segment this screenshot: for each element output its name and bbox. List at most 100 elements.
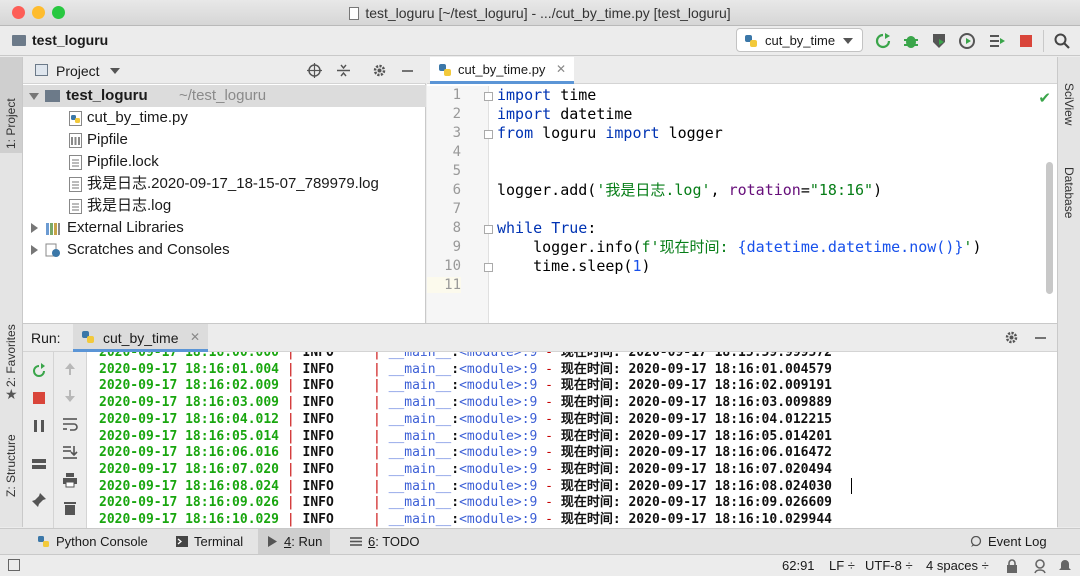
line-separator-select[interactable]: LF ÷ xyxy=(829,558,855,573)
run-configuration-select[interactable]: cut_by_time xyxy=(736,28,863,52)
code-line-9: logger.info(f'现在时间: {datetime.datetime.n… xyxy=(497,238,982,256)
arrow-up-icon[interactable] xyxy=(62,361,78,377)
status-bar: 62:91 LF ÷ UTF-8 ÷ 4 spaces ÷ xyxy=(0,554,1080,576)
project-panel: Project test_loguru ~/test_loguru cut_by… xyxy=(23,57,426,323)
pipfile-icon xyxy=(69,133,82,148)
code-line-3: from loguru import logger xyxy=(497,124,723,142)
collapse-all-icon[interactable] xyxy=(336,63,351,78)
database-tool-tab[interactable]: Database xyxy=(1062,167,1076,218)
tree-item-root-folder[interactable]: test_loguru ~/test_loguru xyxy=(23,85,426,107)
breadcrumb-project[interactable]: test_loguru xyxy=(32,32,108,48)
indent-select[interactable]: 4 spaces ÷ xyxy=(926,558,989,573)
rerun-icon[interactable] xyxy=(31,363,47,379)
coverage-icon[interactable] xyxy=(930,32,948,50)
encoding-select[interactable]: UTF-8 ÷ xyxy=(865,558,913,573)
inspector-icon[interactable] xyxy=(1032,558,1048,574)
fold-marker-icon[interactable] xyxy=(484,225,493,234)
code-line-1: import time xyxy=(497,86,597,104)
tree-item-pipfile[interactable]: Pipfile xyxy=(23,129,426,151)
stop-icon[interactable] xyxy=(1017,32,1035,50)
play-icon xyxy=(268,536,277,547)
console-log-line: 2020-09-17 18:16:10.029 | INFO | __main_… xyxy=(99,512,832,527)
soft-wrap-icon[interactable] xyxy=(62,416,78,432)
sciview-tool-tab[interactable]: SciView xyxy=(1062,83,1076,125)
console-log-line: 2020-09-17 18:16:09.026 | INFO | __main_… xyxy=(99,495,832,511)
run-panel-header: Run: cut_by_time ✕ xyxy=(23,324,1057,352)
run-tool-column-primary xyxy=(23,352,54,529)
locate-icon[interactable] xyxy=(307,63,322,78)
close-tab-icon[interactable]: ✕ xyxy=(190,330,200,344)
arrow-down-icon[interactable] xyxy=(62,388,78,404)
event-log-tab[interactable]: Event Log xyxy=(962,529,1055,555)
fold-marker-icon[interactable] xyxy=(484,263,493,272)
code-editor: cut_by_time.py ✕ 1 2 3 4 5 6 7 8 9 10 11… xyxy=(427,57,1057,352)
caret-position[interactable]: 62:91 xyxy=(782,558,815,573)
toolbar-separator xyxy=(1043,30,1044,52)
todo-tab[interactable]: 6: TODO xyxy=(342,529,428,555)
run-panel-label: Run: xyxy=(31,330,61,346)
python-file-icon xyxy=(69,111,82,126)
tree-item-external-libraries[interactable]: External Libraries xyxy=(23,217,426,239)
python-icon xyxy=(38,536,49,547)
minimize-panel-icon[interactable] xyxy=(400,63,415,78)
chevron-down-icon[interactable] xyxy=(29,93,39,100)
chevron-down-icon[interactable] xyxy=(110,68,120,74)
tree-item-log[interactable]: 我是日志.log xyxy=(23,195,426,217)
window-title-bar: test_loguru [~/test_loguru] - .../cut_by… xyxy=(0,0,1080,26)
trash-icon[interactable] xyxy=(62,500,78,516)
stop-icon[interactable] xyxy=(31,390,47,406)
minimize-panel-icon[interactable] xyxy=(1033,330,1048,345)
search-icon[interactable] xyxy=(1053,32,1071,50)
run-tool-tab[interactable]: 4: Run xyxy=(258,529,331,555)
layout-icon[interactable] xyxy=(31,456,47,472)
code-line-2: import datetime xyxy=(497,105,633,123)
code-line-10: time.sleep(1) xyxy=(497,257,651,275)
gear-icon[interactable] xyxy=(372,63,387,78)
scratches-icon xyxy=(45,243,60,257)
right-tool-strip: SciView Database xyxy=(1057,57,1080,527)
python-console-tab[interactable]: Python Console xyxy=(30,529,156,555)
editor-tab-cut-by-time[interactable]: cut_by_time.py ✕ xyxy=(430,57,574,84)
console-output[interactable]: 2020-09-17 18:16:00.000 | INFO | __main_… xyxy=(99,352,1039,529)
tree-item-rotated-log[interactable]: 我是日志.2020-09-17_18-15-07_789979.log xyxy=(23,173,426,195)
code-line-6: logger.add('我是日志.log', rotation="18:16") xyxy=(497,181,883,199)
chevron-right-icon[interactable] xyxy=(31,245,38,255)
pin-icon[interactable] xyxy=(31,492,47,508)
project-panel-header: Project xyxy=(23,57,426,84)
gear-icon[interactable] xyxy=(1004,330,1019,345)
layout-toggle-icon[interactable] xyxy=(8,559,20,571)
profile-icon[interactable] xyxy=(958,32,976,50)
editor-scrollbar[interactable] xyxy=(1046,162,1053,294)
inspection-ok-icon[interactable]: ✔ xyxy=(1038,89,1051,107)
console-log-line: 2020-09-17 18:16:01.004 | INFO | __main_… xyxy=(99,361,832,377)
code-line-8: while True: xyxy=(497,219,597,237)
chevron-down-icon xyxy=(843,38,853,44)
star-icon: ★ xyxy=(5,386,18,402)
close-tab-icon[interactable]: ✕ xyxy=(556,62,566,76)
scroll-to-end-icon[interactable] xyxy=(62,444,78,460)
list-icon xyxy=(350,537,362,546)
console-log-line: 2020-09-17 18:16:03.009 | INFO | __main_… xyxy=(99,395,832,411)
tree-item-python-file[interactable]: cut_by_time.py xyxy=(23,107,426,129)
fold-marker-icon[interactable] xyxy=(484,130,493,139)
chevron-right-icon[interactable] xyxy=(31,223,38,233)
print-icon[interactable] xyxy=(62,472,78,488)
text-file-icon xyxy=(69,177,82,192)
window-title: test_loguru [~/test_loguru] - .../cut_by… xyxy=(0,5,1080,21)
concurrency-icon[interactable] xyxy=(988,32,1006,50)
rerun-icon[interactable] xyxy=(874,32,892,50)
project-view-select[interactable]: Project xyxy=(56,63,100,79)
pause-icon[interactable] xyxy=(31,418,47,434)
terminal-tab[interactable]: Terminal xyxy=(168,529,251,555)
fold-marker-icon[interactable] xyxy=(484,92,493,101)
text-cursor xyxy=(851,477,852,494)
tree-item-scratches[interactable]: Scratches and Consoles xyxy=(23,239,426,261)
tree-item-pipfile-lock[interactable]: Pipfile.lock xyxy=(23,151,426,173)
debug-icon[interactable] xyxy=(902,32,920,50)
run-tab-cut-by-time[interactable]: cut_by_time ✕ xyxy=(73,324,208,352)
console-log-line: 2020-09-17 18:16:07.020 | INFO | __main_… xyxy=(99,461,832,477)
folder-icon xyxy=(45,90,60,102)
lock-icon[interactable] xyxy=(1006,559,1018,573)
library-icon xyxy=(46,223,60,235)
bell-icon[interactable] xyxy=(1058,559,1072,573)
